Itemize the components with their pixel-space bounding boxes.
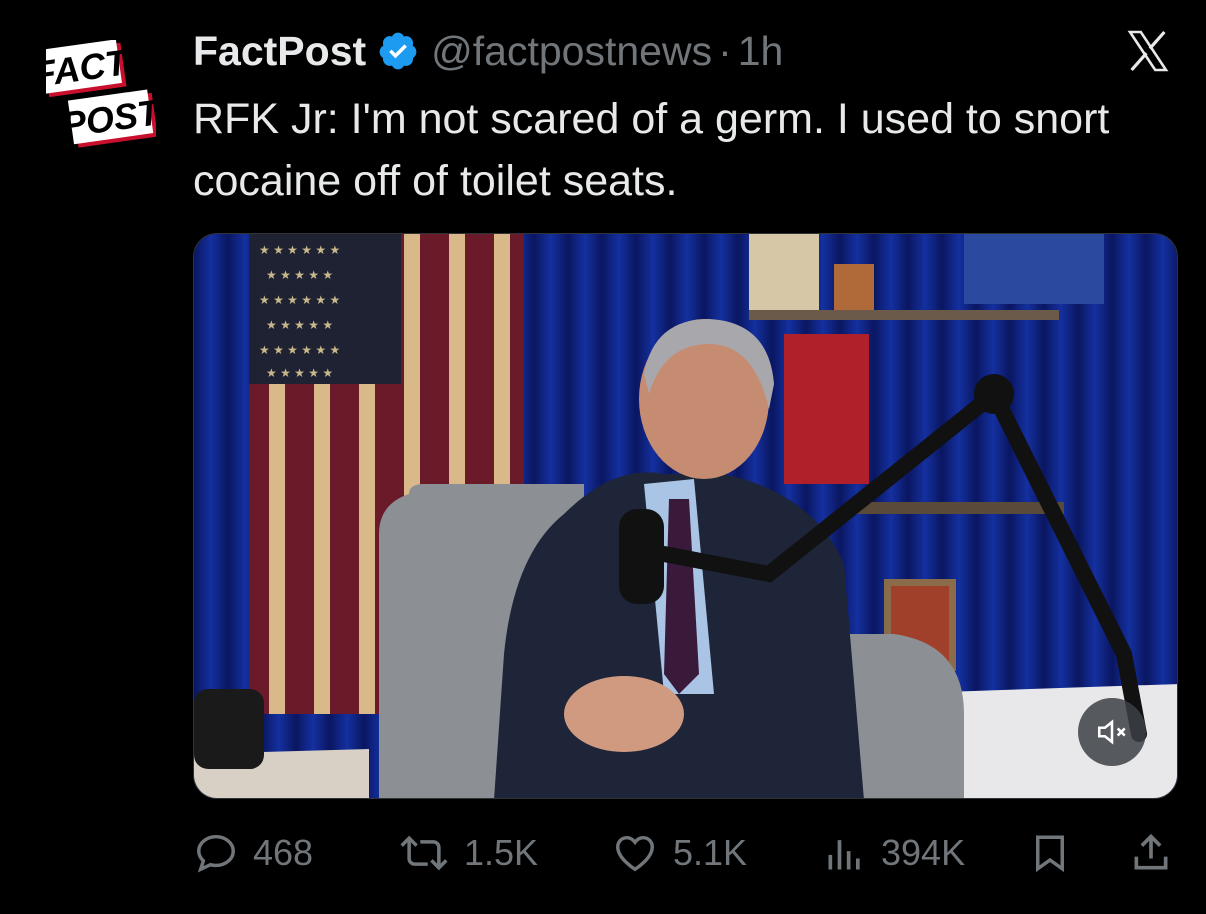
bookmark-icon (1036, 835, 1064, 873)
like-button[interactable]: 5.1K (611, 826, 747, 880)
reply-button[interactable]: 468 (193, 826, 313, 880)
share-icon (1134, 833, 1168, 870)
repost-button[interactable]: 1.5K (398, 826, 538, 880)
verified-badge-icon[interactable] (377, 30, 419, 72)
repost-icon (400, 835, 448, 871)
share-button[interactable] (1129, 826, 1187, 880)
svg-text:★ ★ ★ ★ ★ ★: ★ ★ ★ ★ ★ ★ (259, 343, 340, 357)
svg-text:★ ★ ★ ★ ★ ★: ★ ★ ★ ★ ★ ★ (259, 243, 340, 257)
author-avatar[interactable]: FACT POST (31, 39, 165, 158)
x-logo-icon (1127, 30, 1169, 72)
views-count: 394K (881, 832, 966, 873)
reply-count: 468 (253, 832, 314, 873)
header-separator: · (718, 27, 732, 74)
mute-button[interactable] (1078, 698, 1146, 766)
svg-text:★ ★ ★ ★ ★ ★: ★ ★ ★ ★ ★ ★ (259, 293, 340, 307)
author-handle[interactable]: @factpostnews (431, 28, 712, 75)
like-count: 5.1K (673, 832, 748, 873)
svg-text:★ ★ ★ ★ ★: ★ ★ ★ ★ ★ (266, 318, 333, 332)
svg-text:★ ★ ★ ★ ★: ★ ★ ★ ★ ★ (266, 366, 333, 380)
tweet-actions: 468 1.5K 5.1K 394K (193, 826, 1178, 880)
author-name[interactable]: FactPost (193, 28, 366, 75)
repost-count: 1.5K (464, 832, 539, 873)
bookmark-button[interactable] (1029, 826, 1085, 880)
tweet-timestamp[interactable]: 1h (738, 28, 784, 75)
reply-icon (197, 834, 235, 873)
views-button[interactable]: 394K (823, 826, 965, 880)
tweet-video[interactable]: ★ ★ ★ ★ ★ ★ ★ ★ ★ ★ ★ ★ ★ ★ ★ ★ ★ ★ ★ ★ … (193, 233, 1178, 799)
svg-text:★ ★ ★ ★ ★: ★ ★ ★ ★ ★ (266, 268, 333, 282)
speaker-muted-icon (1097, 719, 1126, 745)
tweet-header: FactPost @factpostnews · 1h (193, 26, 783, 76)
heart-icon (616, 835, 654, 872)
tweet-text: RFK Jr: I'm not scared of a germ. I used… (193, 95, 1110, 205)
views-chart-icon (828, 840, 860, 870)
